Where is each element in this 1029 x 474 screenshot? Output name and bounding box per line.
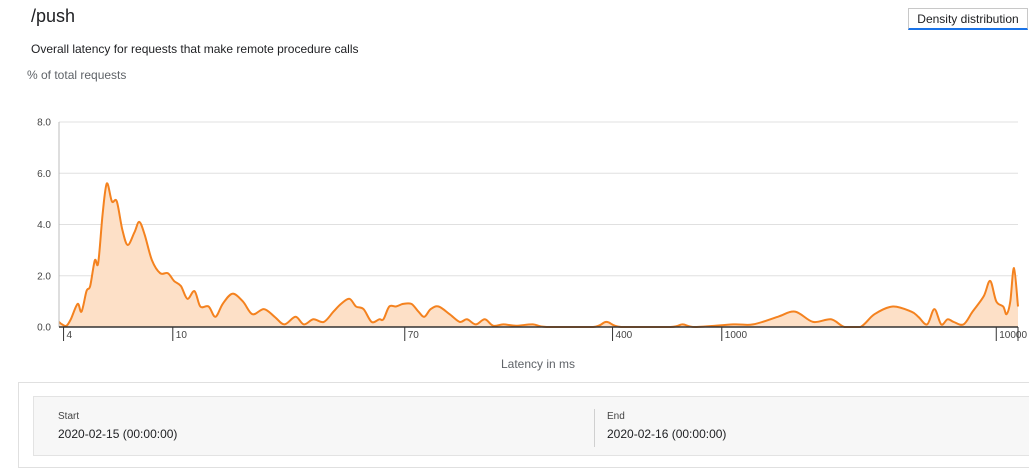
x-tick-label: 70 (408, 330, 420, 341)
range-divider (594, 409, 595, 447)
x-tick-label: 1000 (725, 330, 748, 341)
latency-series-line (58, 182, 1019, 328)
latency-area-fill (59, 183, 1018, 327)
y-axis-ticks: 0.0 2.0 4.0 6.0 8.0 (37, 118, 51, 334)
time-range-card: Start 2020-02-15 (00:00:00) End 2020-02-… (33, 396, 1029, 456)
grid-lines (59, 121, 1018, 277)
x-tick-label: 400 (616, 330, 633, 341)
y-tick-label: 8.0 (37, 118, 51, 129)
y-tick-label: 6.0 (37, 169, 51, 180)
x-tick-label: 10 (176, 330, 188, 341)
start-label: Start (58, 411, 80, 422)
y-tick-label: 2.0 (37, 271, 51, 282)
latency-chart: 0.0 2.0 4.0 6.0 8.0 4 10 70 400 1000 10000 Latenc… (37, 118, 1028, 372)
end-label: End (607, 411, 625, 422)
x-axis-label: Latency in ms (501, 357, 575, 371)
y-tick-label: 0.0 (37, 323, 51, 334)
x-axis-ticks: 4 10 70 400 1000 10000 (63, 327, 1028, 341)
y-tick-label: 4.0 (37, 220, 51, 231)
time-range-panel: Start 2020-02-15 (00:00:00) End 2020-02-… (18, 382, 1029, 468)
x-tick-label: 10000 (999, 330, 1027, 341)
x-tick-label: 4 (67, 330, 73, 341)
end-value: 2020-02-16 (00:00:00) (607, 427, 727, 441)
start-value: 2020-02-15 (00:00:00) (58, 427, 178, 441)
